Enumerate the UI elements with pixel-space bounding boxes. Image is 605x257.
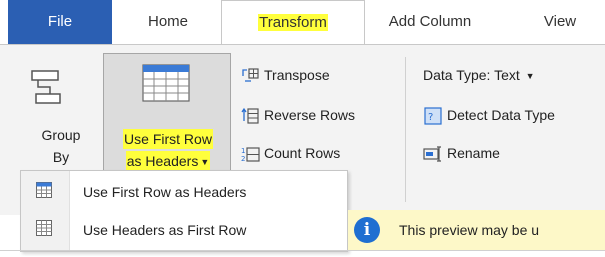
chevron-down-icon: ▼: [525, 71, 535, 82]
use-first-row-dropdown-menu: Use First Row as Headers Use Headers as …: [20, 170, 348, 252]
rename-icon: [423, 146, 441, 162]
reverse-rows-label: Reverse Rows: [264, 107, 356, 123]
transpose-button[interactable]: Transpose: [240, 63, 330, 87]
reverse-rows-button[interactable]: Reverse Rows: [240, 103, 355, 127]
count-rows-label: Count Rows: [264, 145, 341, 161]
count-rows-button[interactable]: 1 2 Count Rows: [240, 141, 340, 165]
use-first-row-as-headers-button[interactable]: Use First Row as Headers ▼: [103, 53, 231, 175]
tab-home[interactable]: Home: [122, 0, 214, 44]
count-rows-icon: 1 2: [241, 147, 260, 163]
use-first-row-label-line2: as Headers: [126, 153, 199, 169]
use-first-row-label-line1: Use First Row: [123, 129, 213, 149]
detect-data-type-label: Detect Data Type: [447, 107, 555, 123]
info-bar-text: This preview may be u: [399, 222, 540, 238]
transpose-icon: [242, 68, 259, 82]
menu-item-use-headers-as-first-row[interactable]: Use Headers as First Row: [21, 211, 347, 249]
divider: [0, 250, 605, 251]
table-header-icon: [142, 64, 190, 102]
group-by-label: Group By: [30, 124, 92, 168]
info-icon: i: [354, 217, 380, 243]
preview-info-bar: i This preview may be u: [348, 210, 605, 250]
group-by-label-line2: By: [52, 149, 70, 165]
svg-text:1: 1: [241, 147, 245, 155]
svg-text:?: ?: [428, 112, 433, 123]
data-type-dropdown[interactable]: Data Type: Text ▼: [423, 63, 535, 87]
dropdown-arrow-icon: ▼: [200, 157, 210, 168]
detect-data-type-button[interactable]: ? Detect Data Type: [423, 103, 555, 127]
tab-transform-label: Transform: [258, 14, 328, 31]
tab-file[interactable]: File: [8, 0, 112, 44]
table-header-icon: [36, 182, 52, 198]
ribbon-separator: [405, 57, 406, 202]
tab-add-column[interactable]: Add Column: [372, 0, 488, 44]
table-icon: [36, 220, 52, 236]
tab-transform[interactable]: Transform: [221, 0, 365, 45]
detect-data-type-icon: ?: [424, 107, 442, 125]
reverse-rows-icon: [241, 108, 259, 124]
menu-item-label: Use Headers as First Row: [83, 222, 247, 238]
use-first-row-label: Use First Row as Headers ▼: [110, 128, 226, 173]
menu-item-use-first-row-as-headers[interactable]: Use First Row as Headers: [21, 173, 347, 211]
svg-text:2: 2: [241, 155, 245, 163]
tab-view[interactable]: View: [530, 0, 590, 44]
group-by-label-line1: Group: [41, 127, 81, 143]
transpose-label: Transpose: [264, 67, 330, 83]
group-by-icon: [31, 70, 61, 104]
menu-item-label: Use First Row as Headers: [83, 184, 247, 200]
ribbon-tab-bar: File Home Transform Add Column View: [0, 0, 605, 45]
rename-label: Rename: [447, 145, 500, 161]
rename-button[interactable]: Rename: [423, 141, 500, 165]
data-type-label: Data Type: Text: [423, 67, 520, 83]
